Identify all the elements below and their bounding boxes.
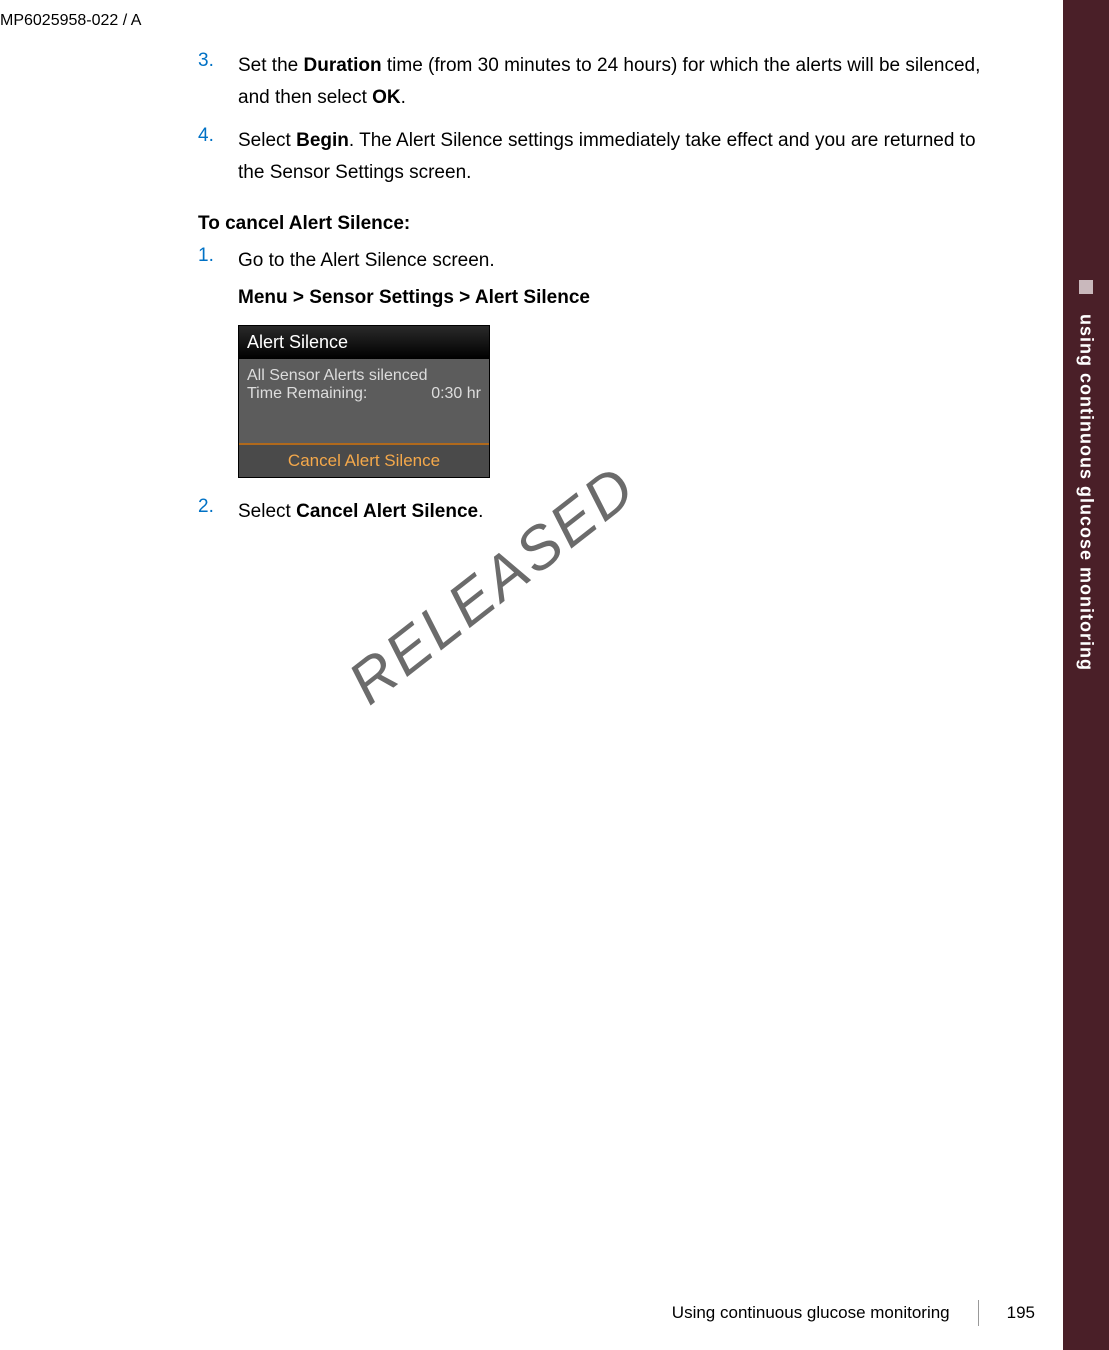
- tab-marker-icon: [1079, 280, 1093, 294]
- text: .: [401, 87, 406, 108]
- step-number: 1.: [198, 245, 238, 277]
- bold-term: Cancel Alert Silence: [296, 501, 478, 522]
- page-number: 195: [1007, 1303, 1035, 1323]
- step-text: Go to the Alert Silence screen.: [238, 245, 495, 277]
- device-status-line: All Sensor Alerts silenced: [247, 367, 481, 385]
- text: . The Alert Silence settings immediately…: [238, 130, 976, 183]
- bold-term: Begin: [296, 130, 349, 151]
- list-item: 3. Set the Duration time (from 30 minute…: [198, 50, 988, 115]
- cancel-steps-list-2: 2. Select Cancel Alert Silence.: [198, 496, 988, 528]
- device-screenshot: Alert Silence All Sensor Alerts silenced…: [238, 325, 490, 478]
- step-number: 2.: [198, 496, 238, 528]
- bold-term: Duration: [304, 55, 382, 76]
- list-item: 4. Select Begin. The Alert Silence setti…: [198, 125, 988, 190]
- text: Select: [238, 130, 296, 151]
- side-tab-label: using continuous glucose monitoring: [1076, 314, 1097, 671]
- text: Select: [238, 501, 296, 522]
- device-cancel-button[interactable]: Cancel Alert Silence: [239, 443, 489, 477]
- step-details: Menu > Sensor Settings > Alert Silence A…: [198, 287, 988, 478]
- footer-divider: [978, 1300, 979, 1326]
- document-id: MP6025958-022 / A: [0, 12, 141, 30]
- page-footer: Using continuous glucose monitoring 195: [672, 1300, 1035, 1326]
- device-time-label: Time Remaining:: [247, 385, 367, 403]
- step-text: Set the Duration time (from 30 minutes t…: [238, 50, 988, 115]
- device-time-value: 0:30 hr: [431, 385, 481, 403]
- list-item: 2. Select Cancel Alert Silence.: [198, 496, 988, 528]
- breadcrumb: Menu > Sensor Settings > Alert Silence: [238, 287, 988, 309]
- text: .: [478, 501, 483, 522]
- bold-term: OK: [372, 87, 401, 108]
- text: Set the: [238, 55, 304, 76]
- device-screen-body: All Sensor Alerts silenced Time Remainin…: [239, 359, 489, 443]
- step-text: Select Begin. The Alert Silence settings…: [238, 125, 988, 190]
- footer-chapter-title: Using continuous glucose monitoring: [672, 1303, 950, 1323]
- step-number: 3.: [198, 50, 238, 115]
- list-item: 1. Go to the Alert Silence screen.: [198, 245, 988, 277]
- step-number: 4.: [198, 125, 238, 190]
- cancel-steps-list: 1. Go to the Alert Silence screen.: [198, 245, 988, 277]
- step-text: Select Cancel Alert Silence.: [238, 496, 483, 528]
- steps-list-continued: 3. Set the Duration time (from 30 minute…: [198, 50, 988, 189]
- cancel-heading: To cancel Alert Silence:: [198, 213, 988, 235]
- side-tab: using continuous glucose monitoring: [1063, 0, 1109, 1350]
- device-screen-title: Alert Silence: [239, 326, 489, 359]
- device-time-row: Time Remaining: 0:30 hr: [247, 385, 481, 403]
- page-content: 3. Set the Duration time (from 30 minute…: [198, 50, 988, 539]
